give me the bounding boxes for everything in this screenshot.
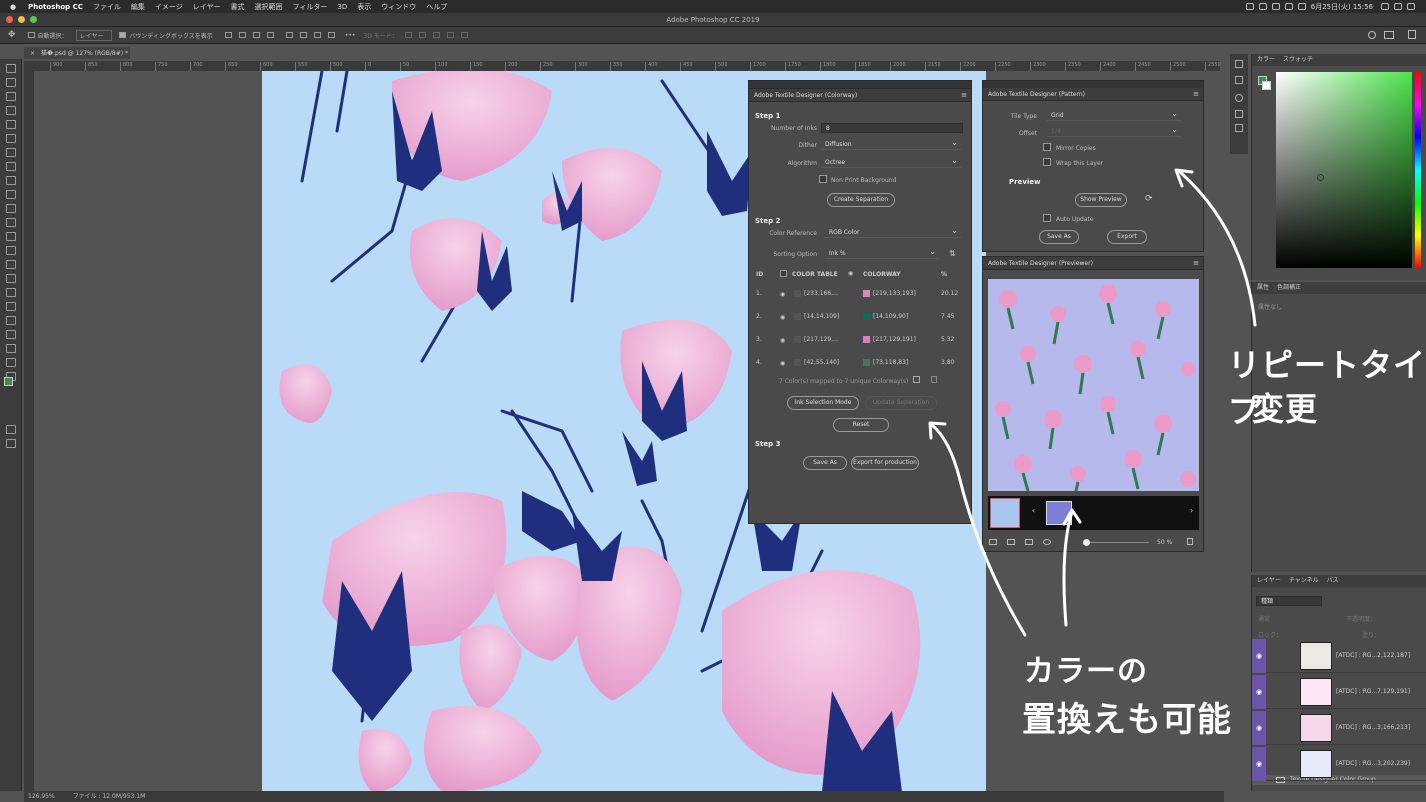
annotation-color-line2: 置換えも可能 — [1022, 700, 1232, 740]
annotation-repeat-line2: 変更 — [1252, 390, 1319, 428]
photoshop-window: ● Photoshop CC ファイル 編集 イメージ レイヤー 書式 選択範囲… — [0, 0, 1426, 802]
arrow-pattern — [1178, 170, 1257, 327]
annotation-color-line1: カラーの — [1024, 654, 1148, 689]
arrow-colorway — [930, 423, 1027, 637]
arrow-previewer — [1062, 510, 1074, 627]
annotation-arrows — [928, 168, 1257, 637]
